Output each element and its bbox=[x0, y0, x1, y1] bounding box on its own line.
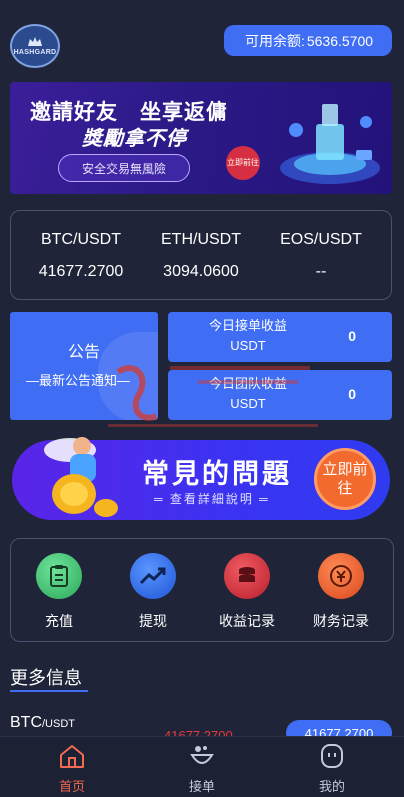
crown-icon bbox=[28, 37, 42, 46]
logo-text: HASHGARD bbox=[13, 49, 57, 56]
notice-card[interactable]: 公告 —最新公告通知— bbox=[10, 312, 158, 420]
profit-value: 0 bbox=[348, 386, 356, 402]
bottom-tab-bar: 首页 接单 我的 bbox=[0, 736, 404, 797]
balance-value: 5636.5700 bbox=[306, 32, 374, 49]
menu-label: 财务记录 bbox=[313, 613, 369, 629]
tab-profile[interactable]: 我的 bbox=[292, 743, 372, 795]
tab-orders[interactable]: 接单 bbox=[162, 743, 242, 795]
tab-label: 我的 bbox=[318, 779, 345, 794]
today-order-profit-card[interactable]: 今日接单收益 USDT 0 bbox=[168, 312, 392, 362]
tab-label: 接单 bbox=[188, 779, 215, 794]
price-pair: ETH/USDT bbox=[161, 231, 241, 248]
faq-illustration bbox=[44, 437, 118, 517]
profit-label: 今日团队收益 bbox=[208, 376, 287, 391]
price-pair: EOS/USDT bbox=[280, 231, 362, 248]
quick-menu-panel: 充值 提现 收益记录 财务记录 bbox=[10, 538, 394, 642]
price-value: -- bbox=[315, 263, 327, 280]
menu-item-earnings-record[interactable]: 收益记录 bbox=[207, 553, 287, 631]
price-pair: BTC/USDT bbox=[41, 231, 121, 248]
menu-item-recharge[interactable]: 充值 bbox=[19, 553, 99, 631]
balance-badge[interactable]: 可用余额: 5636.5700 bbox=[224, 25, 392, 56]
price-item-eos[interactable]: EOS/USDT -- bbox=[261, 211, 381, 281]
faq-title: 常見的問題 bbox=[142, 459, 292, 489]
balance-label: 可用余额: bbox=[244, 32, 305, 49]
yuan-coin-icon bbox=[318, 553, 364, 599]
trend-up-icon bbox=[130, 553, 176, 599]
menu-label: 充值 bbox=[45, 613, 73, 629]
clipboard-icon bbox=[36, 553, 82, 599]
coin-quote: /USDT bbox=[42, 718, 75, 730]
home-icon bbox=[60, 745, 84, 768]
platform-illustration bbox=[280, 104, 380, 184]
faq-go-button[interactable]: 立即前往 bbox=[314, 448, 376, 510]
price-value: 3094.0600 bbox=[163, 263, 239, 280]
banner-go-badge[interactable]: 立即前往 bbox=[226, 146, 260, 180]
menu-item-withdraw[interactable]: 提现 bbox=[113, 553, 193, 631]
coin-pair[interactable]: BTC/USDT bbox=[10, 714, 75, 732]
price-item-eth[interactable]: ETH/USDT 3094.0600 bbox=[141, 211, 261, 281]
faq-subtitle: ═ 查看詳細說明 ═ bbox=[154, 492, 270, 506]
profit-unit: USDT bbox=[230, 338, 266, 353]
price-ticker-panel: BTC/USDT 41677.2700 ETH/USDT 3094.0600 E… bbox=[10, 210, 392, 300]
price-item-btc[interactable]: BTC/USDT 41677.2700 bbox=[21, 211, 141, 281]
today-team-profit-card[interactable]: 今日团队收益 USDT 0 bbox=[168, 370, 392, 420]
invite-banner[interactable]: 邀請好友 坐享返傭 獎勵拿不停 安全交易無風險 立即前往 bbox=[10, 82, 392, 194]
notice-subtitle: —最新公告通知— bbox=[26, 373, 131, 388]
order-icon bbox=[190, 746, 214, 764]
app-logo: HASHGARD bbox=[10, 24, 60, 68]
profit-value: 0 bbox=[348, 328, 356, 344]
coins-icon bbox=[224, 553, 270, 599]
more-info-title: 更多信息 bbox=[10, 668, 82, 688]
profit-unit: USDT bbox=[230, 396, 266, 411]
more-info-underline bbox=[10, 690, 88, 692]
banner-pill: 安全交易無風險 bbox=[58, 154, 190, 182]
menu-label: 提现 bbox=[139, 613, 167, 629]
price-value: 41677.2700 bbox=[38, 263, 124, 280]
tab-home[interactable]: 首页 bbox=[32, 743, 112, 795]
menu-label: 收益记录 bbox=[219, 613, 275, 629]
tab-label: 首页 bbox=[58, 779, 85, 794]
profile-icon bbox=[321, 744, 343, 768]
profit-label: 今日接单收益 bbox=[208, 318, 287, 333]
coin-symbol: BTC bbox=[10, 714, 42, 731]
menu-item-finance-record[interactable]: 财务记录 bbox=[301, 553, 381, 631]
notice-title: 公告 bbox=[67, 344, 100, 361]
banner-subtitle: 獎勵拿不停 bbox=[82, 128, 187, 150]
